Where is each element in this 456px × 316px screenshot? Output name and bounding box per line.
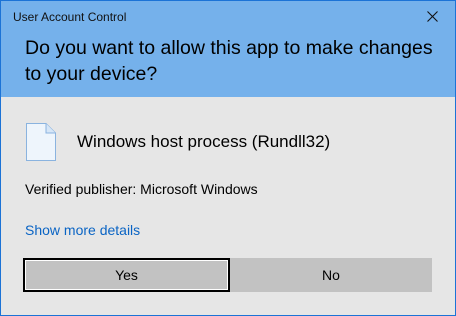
app-name: Windows host process (Rundll32) <box>77 132 331 151</box>
app-info: Windows host process (Rundll32) <box>25 119 330 165</box>
document-file-icon <box>26 123 56 161</box>
title-bar: User Account Control <box>1 1 455 29</box>
show-more-details-link[interactable]: Show more details <box>25 222 140 238</box>
close-button[interactable] <box>409 1 455 31</box>
close-icon <box>426 10 438 22</box>
yes-button[interactable]: Yes <box>23 258 230 292</box>
uac-dialog: User Account Control Do you want to allo… <box>0 0 456 316</box>
window-title: User Account Control <box>13 10 127 24</box>
prompt-question: Do you want to allow this app to make ch… <box>25 37 433 85</box>
publisher-text: Verified publisher: Microsoft Windows <box>25 181 258 197</box>
dialog-header: User Account Control Do you want to allo… <box>1 1 455 97</box>
no-button[interactable]: No <box>230 258 432 292</box>
